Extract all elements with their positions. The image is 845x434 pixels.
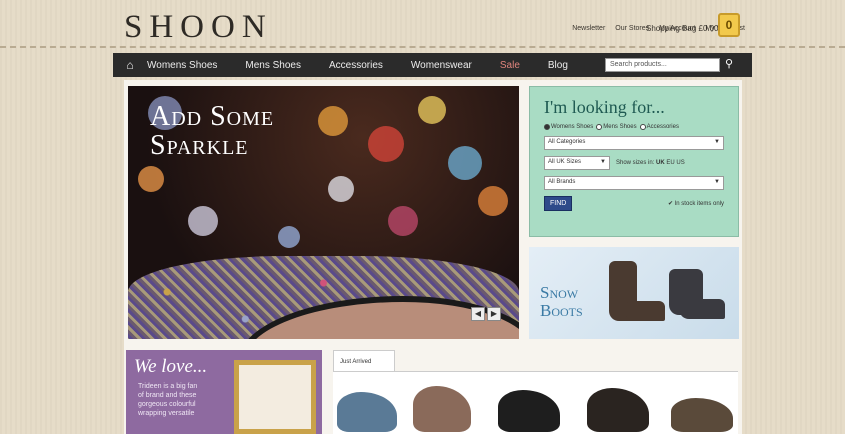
nav-womens-shoes[interactable]: Womens Shoes bbox=[147, 60, 217, 71]
nav-blog[interactable]: Blog bbox=[548, 60, 568, 71]
prev-slide-button[interactable]: ◀ bbox=[471, 307, 485, 321]
chevron-down-icon: ▼ bbox=[600, 159, 606, 165]
product-shoe-image[interactable] bbox=[498, 390, 560, 432]
bokeh-light bbox=[368, 126, 404, 162]
radio-womens[interactable]: Womens Shoes bbox=[544, 124, 593, 130]
search-icon[interactable]: ⚲ bbox=[725, 57, 733, 70]
nav-womenswear[interactable]: Womenswear bbox=[411, 60, 472, 71]
product-shoe-image[interactable] bbox=[337, 392, 397, 432]
hero-controls: ◀ ▶ bbox=[471, 307, 501, 321]
size-select[interactable]: All UK Sizes ▼ bbox=[544, 156, 610, 170]
radio-selected-icon bbox=[544, 124, 550, 130]
find-button[interactable]: FIND bbox=[544, 196, 573, 211]
nav-accessories[interactable]: Accessories bbox=[329, 60, 383, 71]
boot-image bbox=[625, 301, 665, 321]
department-radios: Womens Shoes Mens Shoes Accessories bbox=[544, 124, 724, 130]
just-arrived-products bbox=[333, 371, 738, 434]
nav-mens-shoes[interactable]: Mens Shoes bbox=[245, 60, 301, 71]
unit-eu[interactable]: EU bbox=[666, 160, 674, 166]
product-shoe-image[interactable] bbox=[671, 398, 733, 432]
chevron-down-icon: ▼ bbox=[714, 179, 720, 185]
radio-accessories[interactable]: Accessories bbox=[639, 124, 679, 130]
bokeh-light bbox=[138, 166, 164, 192]
unit-us[interactable]: US bbox=[676, 160, 684, 166]
shopping-bag-label[interactable]: Shopping Bag £0.00 bbox=[646, 24, 719, 33]
product-shoe-image[interactable] bbox=[413, 386, 471, 432]
tab-just-arrived[interactable]: Just Arrived bbox=[333, 350, 395, 372]
category-select[interactable]: All Categories ▼ bbox=[544, 136, 724, 150]
brand-select[interactable]: All Brands ▼ bbox=[544, 176, 724, 190]
bokeh-light bbox=[448, 146, 482, 180]
chevron-down-icon: ▼ bbox=[714, 139, 720, 145]
snow-boots-title: Snow Boots bbox=[540, 283, 583, 320]
unit-uk[interactable]: UK bbox=[656, 160, 665, 166]
next-slide-button[interactable]: ▶ bbox=[487, 307, 501, 321]
site-header: SHOON Newsletter Our Stores My Account M… bbox=[0, 0, 845, 50]
we-love-panel[interactable]: We love... Trideen is a big fan of brand… bbox=[126, 350, 322, 434]
product-frame-image bbox=[234, 360, 316, 434]
bokeh-light bbox=[328, 176, 354, 202]
main-nav: ⌂ Womens Shoes Mens Shoes Accessories Wo… bbox=[113, 53, 752, 77]
instock-checkbox[interactable]: ✔ In stock items only bbox=[668, 200, 724, 207]
our-stores-link[interactable]: Our Stores bbox=[615, 25, 649, 32]
newsletter-link[interactable]: Newsletter bbox=[572, 25, 605, 32]
search-input[interactable]: Search products... bbox=[605, 58, 720, 72]
radio-icon bbox=[639, 124, 646, 130]
snow-boots-promo[interactable]: Snow Boots bbox=[529, 247, 739, 339]
shopping-bag-icon[interactable]: 0 bbox=[718, 13, 740, 37]
hero-title: Add Some Sparkle bbox=[150, 101, 275, 161]
bokeh-light bbox=[388, 206, 418, 236]
product-shoe-image[interactable] bbox=[587, 388, 649, 432]
finder-title: I'm looking for... bbox=[544, 97, 665, 117]
checkmark-icon: ✔ bbox=[667, 201, 673, 207]
radio-icon bbox=[596, 124, 603, 130]
bokeh-light bbox=[188, 206, 218, 236]
boot-image bbox=[679, 299, 725, 319]
we-love-text: Trideen is a big fan of brand and these … bbox=[138, 383, 198, 417]
bokeh-light bbox=[418, 96, 446, 124]
bokeh-light bbox=[278, 226, 300, 248]
header-divider bbox=[0, 46, 845, 48]
nav-sale[interactable]: Sale bbox=[500, 60, 520, 71]
radio-mens[interactable]: Mens Shoes bbox=[596, 124, 637, 130]
site-logo[interactable]: SHOON bbox=[124, 9, 273, 46]
home-icon[interactable]: ⌂ bbox=[113, 58, 147, 72]
size-units: Show sizes in: UK EU US bbox=[616, 160, 685, 166]
product-finder: I'm looking for... Womens Shoes Mens Sho… bbox=[529, 86, 739, 237]
bokeh-light bbox=[478, 186, 508, 216]
